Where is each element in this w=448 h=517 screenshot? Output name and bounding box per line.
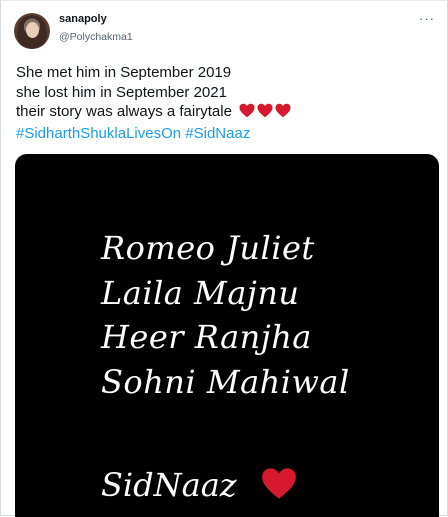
heart-icon	[275, 103, 291, 118]
tweet-line-2: she lost him in September 2021	[16, 83, 227, 101]
tweet-line-3: their story was always a fairytale	[16, 102, 436, 124]
tweet-line-3-text: their story was always a fairytale	[16, 103, 232, 120]
poem-text: Romeo Juliet Laila Majnu Heer Ranjha Soh…	[101, 226, 350, 404]
more-options-icon[interactable]: ···	[419, 11, 435, 26]
hashtag-sidharthshuklaliveson[interactable]: #SidharthShuklaLivesOn	[16, 125, 181, 142]
display-name[interactable]: sanapoly	[59, 13, 107, 25]
avatar[interactable]	[14, 13, 50, 49]
poem-line-2: Laila Majnu	[101, 273, 300, 312]
signoff-line: SidNaaz	[101, 466, 297, 504]
heart-icon	[239, 103, 255, 118]
tweet-line-1: She met him in September 2019	[16, 64, 232, 81]
user-handle[interactable]: @Polychakma1	[59, 31, 133, 43]
poem-line-1: Romeo Juliet	[101, 229, 315, 267]
tweet-image[interactable]: Romeo Juliet Laila Majnu Heer Ranjha Soh…	[15, 154, 439, 517]
hashtags: #SidharthShuklaLivesOn #SidNaaz	[16, 124, 436, 144]
tweet-text: She met him in September 2019 she lost h…	[16, 63, 436, 143]
poem-line-3: Heer Ranjha	[101, 318, 312, 356]
hearts-emoji-group	[239, 103, 293, 124]
heart-icon	[261, 468, 296, 499]
heart-icon	[257, 103, 273, 118]
signoff-text: SidNaaz	[101, 466, 237, 504]
tweet-card: sanapoly @Polychakma1 ··· She met him in…	[0, 0, 448, 517]
hashtag-sidnaaz[interactable]: #SidNaaz	[185, 125, 250, 142]
poem-line-4: Sohni Mahiwal	[101, 362, 350, 401]
avatar-face	[26, 22, 39, 38]
